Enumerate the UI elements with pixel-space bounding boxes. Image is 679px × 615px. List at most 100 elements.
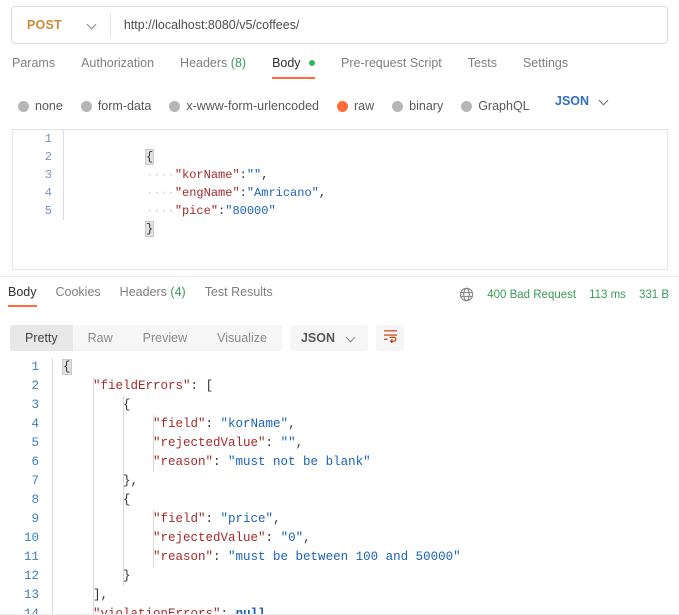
tab-body[interactable]: Body — [272, 56, 329, 79]
response-body-viewer[interactable]: 1 2 3 4 5 6 7 8 9 10 11 12 13 14 { "fiel… — [0, 358, 679, 615]
response-size[interactable]: 331 B — [639, 289, 669, 301]
line-number: 4 — [44, 186, 52, 200]
code-line: ····"korName":"", — [74, 148, 667, 182]
view-mode-preview[interactable]: Preview — [128, 325, 202, 351]
view-mode-visualize[interactable]: Visualize — [202, 325, 282, 351]
tab-params-label: Params — [12, 56, 56, 70]
response-section-divider — [0, 276, 679, 277]
indent-guide — [123, 396, 124, 586]
json-key: "engName" — [174, 186, 240, 200]
code-line: { — [123, 493, 131, 507]
radio-x-www-form-urlencoded[interactable]: x-www-form-urlencoded — [169, 99, 319, 113]
json-key: "korName" — [174, 168, 240, 182]
tab-settings[interactable]: Settings — [523, 56, 582, 79]
radio-x-www-form-urlencoded-label: x-www-form-urlencoded — [186, 99, 319, 113]
indent-guide — [93, 377, 94, 615]
view-mode-pretty[interactable]: Pretty — [10, 325, 73, 351]
code-line: "field": "korName", — [153, 417, 296, 431]
raw-format-label: JSON — [555, 94, 590, 108]
code-line: "reason": "must not be blank" — [153, 455, 371, 469]
code-line: "rejectedValue": "", — [153, 436, 304, 450]
radio-form-data-label: form-data — [97, 99, 152, 113]
radio-graphql[interactable]: GraphQL — [461, 99, 530, 113]
request-body-editor[interactable]: 1 2 3 4 5 { ····"korName":"", ····"engNa… — [12, 129, 668, 270]
url-input[interactable]: http://localhost:8080/v5/coffees/ — [111, 18, 300, 32]
response-code-area[interactable]: { "fieldErrors": [ { "field": "korName",… — [52, 358, 679, 615]
radio-raw[interactable]: raw — [337, 99, 374, 113]
tab-authorization[interactable]: Authorization — [81, 56, 168, 79]
line-number: 11 — [23, 550, 39, 564]
radio-graphql-label: GraphQL — [478, 99, 530, 113]
tab-body-label: Body — [272, 56, 301, 70]
body-type-radio-group: none form-data x-www-form-urlencoded raw… — [18, 94, 530, 118]
json-value: "80000" — [225, 204, 276, 218]
line-number: 12 — [23, 569, 39, 583]
tab-settings-label: Settings — [522, 56, 569, 70]
radio-none-icon — [18, 100, 29, 112]
tab-authorization-label: Authorization — [81, 56, 155, 70]
chevron-down-icon — [600, 96, 610, 106]
view-mode-raw[interactable]: Raw — [73, 325, 128, 351]
line-number: 10 — [23, 531, 39, 545]
active-tab-underline — [8, 305, 37, 307]
code-line: { — [74, 130, 667, 165]
tab-tests-label: Tests — [467, 56, 497, 70]
response-tab-cookies[interactable]: Cookies — [56, 285, 111, 307]
raw-format-selector[interactable]: JSON — [555, 94, 610, 108]
line-number: 5 — [44, 204, 52, 218]
response-format-selector[interactable]: JSON — [289, 325, 368, 351]
radio-form-data-icon — [80, 100, 92, 112]
response-time[interactable]: 113 ms — [589, 289, 626, 301]
radio-none[interactable]: none — [18, 99, 63, 113]
active-tab-underline — [272, 77, 316, 79]
indent-guide — [153, 415, 154, 472]
radio-none-label: none — [35, 99, 63, 113]
response-tab-body-label: Body — [8, 285, 37, 299]
tab-tests[interactable]: Tests — [468, 56, 511, 79]
line-number: 9 — [31, 512, 39, 526]
tab-headers[interactable]: Headers (8) — [180, 56, 260, 79]
response-view-mode-group: Pretty Raw Preview Visualize — [10, 325, 282, 351]
request-line-numbers: 1 2 3 4 5 — [13, 130, 63, 220]
response-tab-headers[interactable]: Headers (4) — [120, 285, 196, 307]
code-line: "fieldErrors": [ — [93, 379, 214, 393]
word-wrap-button[interactable] — [376, 325, 404, 351]
radio-x-www-form-urlencoded-icon — [169, 100, 181, 112]
radio-binary[interactable]: binary — [392, 99, 443, 113]
code-open-brace: { — [144, 149, 155, 165]
json-colon: : — [239, 186, 247, 200]
response-tab-test-results[interactable]: Test Results — [205, 285, 283, 307]
radio-form-data[interactable]: form-data — [80, 99, 152, 113]
line-number: 2 — [44, 150, 52, 164]
chevron-down-icon — [88, 20, 98, 30]
request-code-area[interactable]: { ····"korName":"", ····"engName":"Amric… — [63, 130, 667, 237]
response-tabs: Body Cookies Headers (4) Test Results — [8, 285, 292, 311]
code-line: "field": "price", — [153, 512, 281, 526]
globe-icon[interactable] — [459, 287, 474, 302]
tab-pre-request-script[interactable]: Pre-request Script — [341, 56, 456, 79]
response-line-numbers: 1 2 3 4 5 6 7 8 9 10 11 12 13 14 — [0, 358, 52, 615]
line-number: 1 — [31, 360, 39, 374]
response-tab-body[interactable]: Body — [8, 285, 47, 307]
indent-dots: ···· — [146, 186, 175, 200]
line-number: 1 — [44, 132, 52, 146]
radio-raw-label: raw — [354, 99, 375, 113]
response-tab-cookies-label: Cookies — [55, 285, 101, 299]
tab-headers-count: (8) — [230, 56, 247, 70]
status-badge[interactable]: 400 Bad Request — [487, 289, 576, 301]
json-colon: : — [239, 168, 247, 182]
code-line: }, — [123, 474, 139, 488]
tab-params[interactable]: Params — [12, 56, 69, 79]
code-line: } — [123, 569, 131, 583]
http-method-label: POST — [27, 18, 62, 32]
line-number: 13 — [23, 588, 39, 602]
line-number: 8 — [31, 493, 39, 507]
line-number: 7 — [31, 474, 39, 488]
response-meta: 400 Bad Request 113 ms 331 B — [459, 287, 669, 302]
line-number: 3 — [44, 168, 52, 182]
indent-dots: ···· — [146, 168, 175, 182]
http-method-selector[interactable]: POST — [12, 7, 98, 43]
indent-guide — [153, 510, 154, 567]
request-tabs: Params Authorization Headers (8) Body Pr… — [12, 56, 594, 86]
line-number: 5 — [31, 436, 39, 450]
